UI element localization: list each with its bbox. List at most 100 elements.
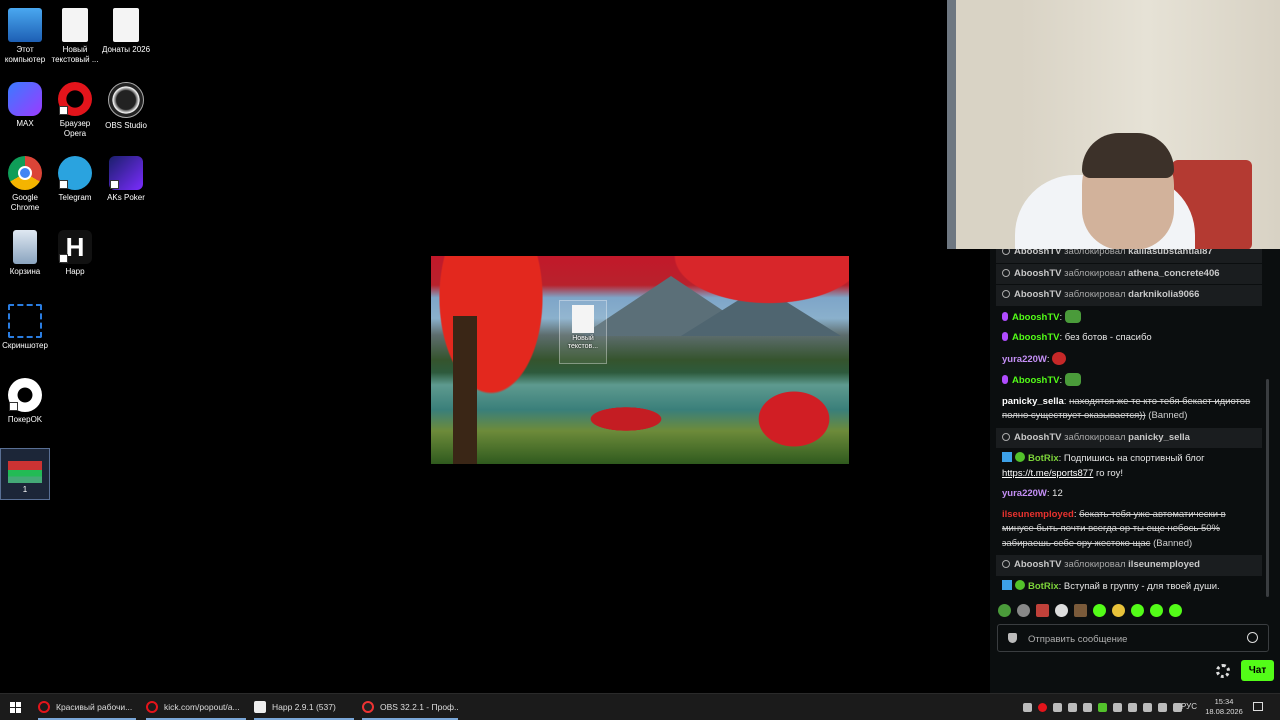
opera-icon [38, 701, 50, 713]
desktop-icon-chrome[interactable]: Google Chrome [0, 156, 51, 213]
emote-quick-bar [998, 604, 1188, 618]
max-messenger-icon [8, 82, 42, 116]
tray-icon[interactable] [1098, 703, 1107, 712]
obs-icon [362, 701, 374, 713]
tray-icon[interactable] [1068, 703, 1077, 712]
webcam-overlay [947, 0, 1280, 249]
text-file-icon [113, 8, 139, 42]
tree-trunk [453, 316, 477, 464]
taskbar-item-opera-kick[interactable]: kick.com/popout/a... [146, 694, 246, 720]
bluetooth-icon[interactable] [1113, 703, 1122, 712]
desktop-icon-selected-image[interactable]: 1 [0, 448, 50, 500]
chat-input-box[interactable] [997, 624, 1269, 652]
verified-badge-icon [1015, 579, 1025, 590]
desktop-icon-pokerok[interactable]: ПокерOK [0, 378, 51, 425]
desktop-icon-recycle-bin[interactable]: Корзина [0, 230, 51, 277]
gear-icon[interactable] [1216, 664, 1230, 678]
network-icon[interactable] [1158, 703, 1167, 712]
red-bush [749, 384, 839, 454]
notification-center-icon[interactable] [1253, 702, 1263, 711]
tray-icon[interactable] [1053, 703, 1062, 712]
chat-scrollbar[interactable] [1266, 379, 1269, 597]
opera-icon [146, 701, 158, 713]
aks-poker-icon [109, 156, 143, 190]
kick-emote-icon[interactable] [1093, 604, 1106, 617]
desktop-icon-opera[interactable]: Браузер Opera [49, 82, 101, 139]
taskbar-item-opera-wallpaper[interactable]: Красивый рабочи... [38, 694, 136, 720]
emote-icon[interactable] [1112, 604, 1125, 617]
desktop-icon-new-text-file[interactable]: Новый текстовый ... [49, 8, 101, 65]
chat-send-button[interactable]: Чат [1241, 660, 1274, 681]
pepe-emote-icon [1064, 373, 1081, 386]
mic-badge-icon [1002, 332, 1008, 341]
emote-icon[interactable] [1017, 604, 1030, 617]
dragged-text-file[interactable]: Новый текстов... [559, 300, 607, 364]
tray-chevron-icon[interactable] [1023, 703, 1032, 712]
kick-emote-icon[interactable] [1150, 604, 1163, 617]
chat-username[interactable]: yura220W [1002, 354, 1047, 365]
chrome-icon [8, 156, 42, 190]
desktop-icon-telegram[interactable]: Telegram [49, 156, 101, 203]
chat-username[interactable]: ilseunemployed [1002, 509, 1074, 520]
tray-icon[interactable] [1128, 703, 1137, 712]
desktop-icon-obs[interactable]: OBS Studio [100, 82, 152, 131]
obs-icon [108, 82, 144, 118]
emoji-picker-icon[interactable] [1247, 632, 1258, 643]
speaker-icon[interactable] [1143, 703, 1152, 712]
shortcut-arrow-icon [9, 402, 18, 411]
shield-icon [1008, 633, 1017, 643]
emote-icon[interactable] [1055, 604, 1068, 617]
bot-badge-icon [1002, 452, 1012, 462]
computer-icon [8, 8, 42, 42]
screenshot-icon [8, 304, 42, 338]
desktop-icon-happ[interactable]: H Happ [49, 230, 101, 277]
language-indicator[interactable]: РУС [1181, 702, 1197, 711]
chat-username[interactable]: BotRix [1028, 581, 1059, 592]
chat-username[interactable]: yura220W [1002, 488, 1047, 499]
red-bush [581, 404, 671, 434]
chat-username[interactable]: AbooshTV [1012, 332, 1060, 343]
chat-message-banned: ilseunemployed: бекать тебя уже автомати… [1002, 508, 1226, 549]
kick-emote-icon[interactable] [1131, 604, 1144, 617]
chat-message-list[interactable]: AbooshTV заблокировал kailiasubstantial8… [990, 249, 1268, 597]
taskbar-item-obs[interactable]: OBS 32.2.1 - Проф... [362, 694, 458, 720]
chat-mod-message: AbooshTV заблокировал kailiasubstantial8… [996, 249, 1262, 263]
chat-message: BotRix: Вступай в группу - для твоей душ… [990, 577, 1268, 598]
bot-badge-icon [1002, 579, 1012, 590]
ban-icon [1002, 249, 1010, 255]
chat-username[interactable]: AbooshTV [1012, 375, 1060, 386]
red-emote-icon [1052, 351, 1067, 365]
text-file-icon [62, 8, 88, 42]
desktop-icon-donations[interactable]: Донаты 2026 [100, 8, 152, 55]
tray-icon[interactable] [1083, 703, 1092, 712]
chat-mod-message: AbooshTV заблокировал darknikolia9066 [996, 285, 1262, 306]
ban-icon [1002, 290, 1010, 298]
chat-username[interactable]: panicky_sella [1002, 396, 1064, 407]
desktop-icon-screenshoter[interactable]: Скриншотер [0, 304, 51, 351]
desktop-icon-this-pc[interactable]: Этот компьютер [0, 8, 51, 65]
shortcut-arrow-icon [59, 180, 68, 189]
shortcut-arrow-icon [59, 254, 68, 263]
chat-mod-message: AbooshTV заблокировал ilseunemployed [996, 555, 1262, 576]
desktop-icon-max[interactable]: MAX [0, 82, 51, 129]
taskbar-item-happ[interactable]: Happ 2.9.1 (537) [254, 694, 354, 720]
chat-link[interactable]: https://t.me/sports877 [1002, 468, 1093, 479]
verified-badge-icon [1015, 452, 1025, 462]
kick-emote-icon[interactable] [1169, 604, 1182, 617]
windows-start-icon[interactable] [10, 702, 21, 713]
pepe-emote-icon [1064, 309, 1081, 323]
chat-panel: AbooshTV заблокировал kailiasubstantial8… [990, 249, 1280, 693]
clock[interactable]: 15:34 18.08.2026 [1204, 697, 1244, 717]
chat-username[interactable]: BotRix [1028, 453, 1059, 464]
mic-badge-icon [1002, 311, 1008, 321]
emote-icon[interactable] [1074, 604, 1087, 617]
chat-message-input[interactable] [1026, 629, 1250, 649]
chat-username[interactable]: AbooshTV [1012, 312, 1060, 323]
opera-tray-icon[interactable] [1038, 703, 1047, 712]
chat-mod-message: AbooshTV заблокировал panicky_sella [996, 427, 1262, 448]
desktop-icon-aks-poker[interactable]: AKs Poker [100, 156, 152, 203]
emote-icon[interactable] [1036, 604, 1049, 617]
red-foliage [649, 256, 849, 316]
shortcut-arrow-icon [110, 180, 119, 189]
pepe-emote-icon[interactable] [998, 604, 1011, 617]
